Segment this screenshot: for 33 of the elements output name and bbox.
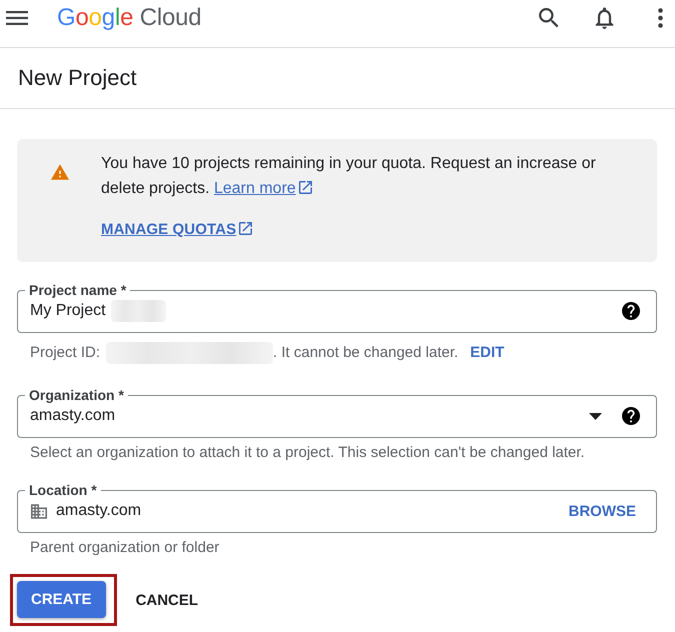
google-cloud-logo[interactable]: Google Cloud — [57, 4, 202, 31]
search-icon[interactable] — [539, 8, 559, 28]
more-icon[interactable] — [658, 8, 663, 28]
warning-icon — [51, 164, 69, 180]
manage-quotas-link[interactable]: MANAGE QUOTAS — [101, 218, 252, 242]
dropdown-field[interactable]: Organization * amasty.com — [17, 387, 657, 438]
edit-button[interactable]: EDIT — [462, 339, 512, 367]
location-field[interactable]: Location * amasty.com BROWSE — [17, 482, 657, 533]
learn-more-link[interactable]: Learn more — [214, 180, 312, 197]
hint-text: . It cannot be changed later. — [273, 344, 458, 362]
external-link-icon — [298, 181, 312, 194]
caret-icon — [589, 412, 602, 420]
field-label: Organization * — [28, 387, 125, 403]
create-button[interactable]: CREATE — [17, 581, 106, 618]
menu-icon[interactable] — [6, 10, 28, 24]
field-value: My Project — [30, 302, 106, 320]
field-label: Location * — [28, 482, 98, 498]
hint-text: Select an organization to attach it to a project. This selection can't be changed later. — [30, 444, 585, 462]
page-title: New Project — [18, 65, 137, 91]
browse-button[interactable]: BROWSE — [560, 498, 644, 524]
field-value: amasty.com — [30, 407, 116, 425]
hint-text: Parent organization or folder — [30, 539, 220, 557]
external-link-icon — [239, 222, 252, 235]
help-icon[interactable] — [622, 302, 640, 320]
help-icon[interactable] — [622, 407, 640, 425]
building-icon — [31, 502, 47, 520]
field-value: amasty.com — [56, 502, 142, 520]
text-field[interactable]: Project name * My Project — [17, 282, 657, 333]
quota-message: You have 10 projects remaining in your quota. Request an increase or delete projects. Learn more — [101, 154, 597, 199]
hint-text: Project ID: — [30, 344, 100, 362]
bell-icon[interactable] — [595, 6, 614, 28]
field-label: Project name * — [28, 282, 128, 298]
cancel-button[interactable]: CANCEL — [128, 582, 206, 618]
